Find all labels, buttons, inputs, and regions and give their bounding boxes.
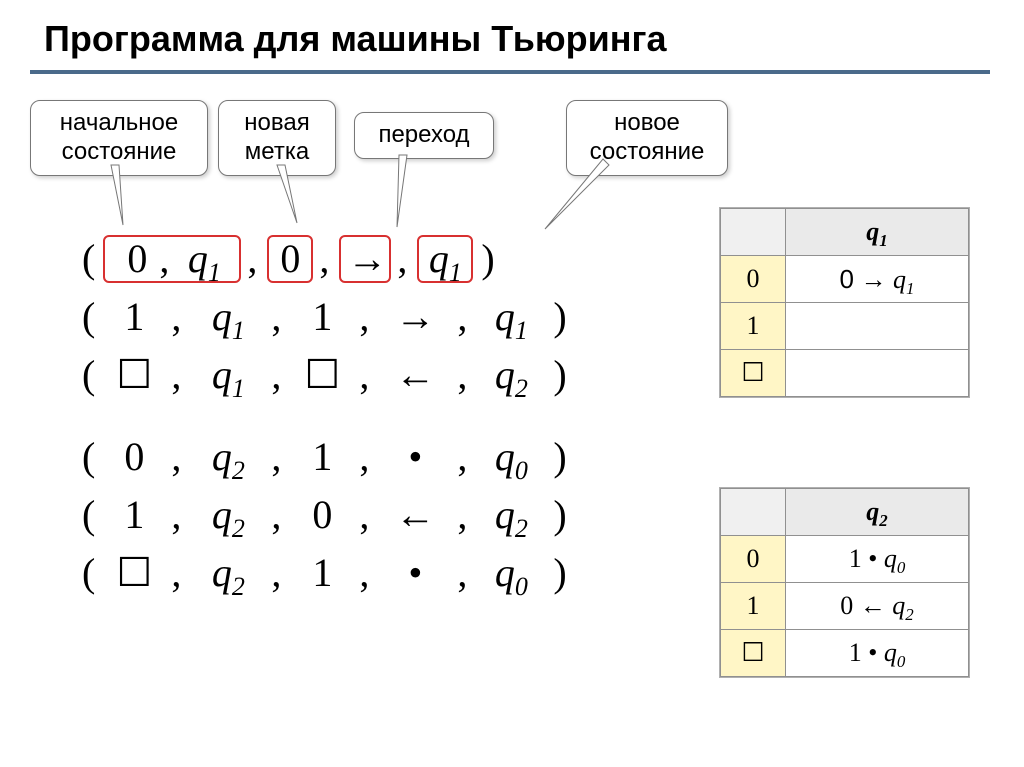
tuple-row: ( 1, q2, 0, ←, q2 ) — [80, 486, 569, 544]
callout-label: новое состояние — [590, 109, 705, 165]
highlight-move: → — [339, 235, 391, 283]
callout-label: переход — [378, 121, 469, 148]
page-title: Программа для машины Тьюринга — [44, 18, 666, 60]
callout-arrow-icon — [389, 155, 429, 235]
transition-table-q1: q1 0 0 → q1 1 ☐ — [720, 208, 969, 397]
title-rule — [30, 70, 990, 74]
callout-arrow-icon — [269, 165, 309, 235]
callout-new-state: новое состояние — [566, 100, 728, 176]
tuple-row: ( 1, q1, 1, →, q1 ) — [80, 288, 569, 346]
table-row: ☐ 1 • q0 — [721, 630, 969, 677]
tuple-row: ( 0, q2, 1, •, q0 ) — [80, 428, 569, 486]
tuples-list: ( 0, q1 , 0 , → , q1 ) ( 1, q1, 1, →, q1… — [80, 230, 569, 602]
callout-arrow-icon — [537, 159, 617, 239]
table-row: 1 — [721, 303, 969, 350]
highlight-initial: 0, q1 — [103, 235, 241, 283]
callout-new-mark: новая метка — [218, 100, 336, 176]
table-row: 1 0 ← q2 — [721, 583, 969, 630]
callout-arrow-icon — [101, 165, 141, 235]
table-row: 0 0 → q1 — [721, 256, 969, 303]
table-corner — [721, 489, 786, 536]
tuple-row: ( ☐, q2, 1, •, q0 ) — [80, 544, 569, 602]
callout-transition: переход — [354, 112, 494, 159]
transition-table-q2: q2 0 1 • q0 1 0 ← q2 ☐ 1 • q0 — [720, 488, 969, 677]
callout-label: новая метка — [244, 109, 309, 165]
callout-label: начальное состояние — [60, 109, 178, 165]
highlight-new-mark: 0 — [267, 235, 313, 283]
highlight-new-state: q1 — [417, 235, 473, 283]
table-row: ☐ — [721, 350, 969, 397]
table-row: 0 1 • q0 — [721, 536, 969, 583]
callout-initial-state: начальное состояние — [30, 100, 208, 176]
tuple-row: ( ☐, q1, ☐, ←, q2 ) — [80, 346, 569, 404]
table-state-header: q2 — [786, 489, 969, 536]
tuple-row: ( 0, q1 , 0 , → , q1 ) — [80, 230, 569, 288]
table-state-header: q1 — [786, 209, 969, 256]
table-corner — [721, 209, 786, 256]
